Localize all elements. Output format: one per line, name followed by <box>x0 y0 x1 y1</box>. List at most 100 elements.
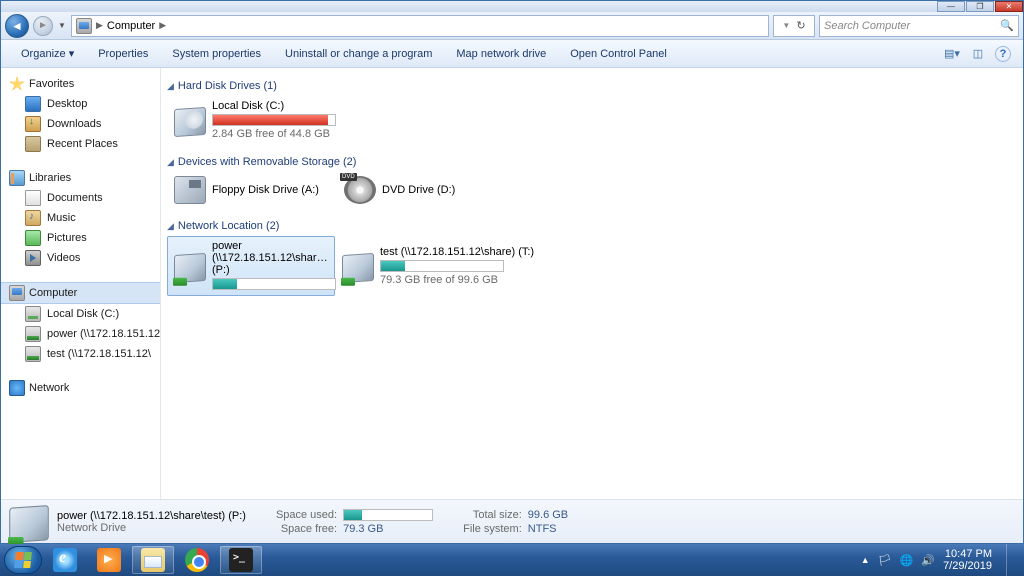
window-minimize-button[interactable]: — <box>937 1 965 12</box>
group-header-hdd[interactable]: ◢ Hard Disk Drives (1) <box>161 78 1023 94</box>
nav-forward-button[interactable]: ► <box>33 16 53 36</box>
nav-item-videos[interactable]: Videos <box>1 248 160 268</box>
drive-tile-local-c[interactable]: Local Disk (C:) 2.84 GB free of 44.8 GB <box>167 96 417 144</box>
nav-item-pictures[interactable]: Pictures <box>1 228 160 248</box>
nav-item-documents[interactable]: Documents <box>1 188 160 208</box>
network-drive-icon <box>174 253 206 283</box>
drive-name: Local Disk (C:) <box>212 100 410 112</box>
details-space-bar <box>343 509 433 521</box>
libraries-icon <box>9 170 25 186</box>
breadcrumb-sep-icon[interactable]: ▶ <box>159 20 166 31</box>
details-space-free-value: 79.3 GB <box>343 523 433 535</box>
open-control-panel-button[interactable]: Open Control Panel <box>558 44 679 64</box>
start-button[interactable] <box>4 546 42 574</box>
system-properties-button[interactable]: System properties <box>160 44 273 64</box>
tray-overflow-button[interactable]: ▲ <box>861 555 870 565</box>
nav-item-recent-places[interactable]: Recent Places <box>1 134 160 154</box>
nav-label: Local Disk (C:) <box>47 308 119 320</box>
window-maximize-button[interactable]: ❐ <box>966 1 994 12</box>
nav-libraries-label: Libraries <box>29 172 71 184</box>
help-button[interactable]: ? <box>995 46 1011 62</box>
refresh-icon: ↻ <box>796 19 805 32</box>
nav-item-network-drive-p[interactable]: power (\\172.18.151.12 <box>1 324 160 344</box>
search-placeholder: Search Computer <box>824 20 910 32</box>
space-fill <box>381 261 405 271</box>
media-player-icon <box>97 548 121 572</box>
details-pane: power (\\172.18.151.12\share\test) (P:) … <box>1 499 1023 543</box>
window-close-button[interactable]: ✕ <box>995 1 1023 12</box>
group-title: Hard Disk Drives (1) <box>178 80 277 92</box>
nav-computer-header[interactable]: Computer <box>1 282 160 304</box>
window-titlebar: — ❐ ✕ <box>1 1 1023 12</box>
drive-name: test (\\172.18.151.12\share) (T:) <box>380 246 588 258</box>
windows-logo-icon <box>14 552 32 568</box>
search-input[interactable]: Search Computer 🔍 <box>819 15 1019 37</box>
space-fill <box>213 115 328 125</box>
nav-label: Desktop <box>47 98 87 110</box>
command-toolbar: Organize ▾ Properties System properties … <box>1 40 1023 68</box>
network-drive-icon <box>25 326 41 342</box>
nav-item-network-drive-t[interactable]: test (\\172.18.151.12\ <box>1 344 160 364</box>
hdd-icon <box>25 306 41 322</box>
drive-name: Floppy Disk Drive (A:) <box>212 184 330 196</box>
documents-icon <box>25 190 41 206</box>
network-icon <box>9 380 25 396</box>
network-drive-icon <box>9 505 49 543</box>
navigation-pane: Favorites Desktop Downloads Recent Place… <box>1 68 161 499</box>
drive-free-text: 79.3 GB free of 99.6 GB <box>380 274 588 286</box>
organize-menu[interactable]: Organize ▾ <box>9 43 86 64</box>
breadcrumb-location[interactable]: Computer <box>107 20 155 32</box>
taskbar-terminal-button[interactable] <box>220 546 262 574</box>
nav-network-label: Network <box>29 382 69 394</box>
address-bar[interactable]: ▶ Computer ▶ <box>71 15 769 37</box>
nav-item-music[interactable]: Music <box>1 208 160 228</box>
group-header-network-location[interactable]: ◢ Network Location (2) <box>161 218 1023 234</box>
recent-places-icon <box>25 136 41 152</box>
address-refresh-button[interactable]: ▼ ↻ <box>773 15 815 37</box>
taskbar-chrome-button[interactable] <box>176 546 218 574</box>
nav-label: Music <box>47 212 76 224</box>
nav-back-button[interactable]: ◄ <box>5 14 29 38</box>
search-icon: 🔍 <box>1000 19 1014 32</box>
nav-favorites-header[interactable]: Favorites <box>1 74 160 94</box>
nav-favorites-label: Favorites <box>29 78 74 90</box>
drive-tile-dvd-d[interactable]: DVD Drive (D:) <box>337 172 507 208</box>
tray-time: 10:47 PM <box>943 548 992 560</box>
network-tray-icon[interactable]: 🌐 <box>900 554 914 567</box>
chrome-icon <box>185 548 209 572</box>
group-header-removable[interactable]: ◢ Devices with Removable Storage (2) <box>161 154 1023 170</box>
volume-tray-icon[interactable]: 🔊 <box>921 554 935 567</box>
taskbar-explorer-button[interactable] <box>132 546 174 574</box>
details-space-free-label: Space free: <box>276 523 337 535</box>
group-title: Network Location (2) <box>178 220 280 232</box>
action-center-icon[interactable]: 🏳 <box>878 554 892 567</box>
space-bar <box>212 114 336 126</box>
ie-icon <box>53 548 77 572</box>
details-subtitle: Network Drive <box>57 522 246 534</box>
details-total-size-label: Total size: <box>463 509 522 521</box>
drive-tile-floppy-a[interactable]: Floppy Disk Drive (A:) <box>167 172 337 208</box>
view-options-button[interactable]: ▤▾ <box>943 45 961 63</box>
explorer-icon <box>141 548 165 572</box>
uninstall-programs-button[interactable]: Uninstall or change a program <box>273 44 444 64</box>
nav-item-desktop[interactable]: Desktop <box>1 94 160 114</box>
properties-button[interactable]: Properties <box>86 44 160 64</box>
nav-item-downloads[interactable]: Downloads <box>1 114 160 134</box>
floppy-icon <box>174 176 206 204</box>
nav-item-local-disk-c[interactable]: Local Disk (C:) <box>1 304 160 324</box>
taskbar-media-player-button[interactable] <box>88 546 130 574</box>
nav-libraries-header[interactable]: Libraries <box>1 168 160 188</box>
tray-clock[interactable]: 10:47 PM 7/29/2019 <box>943 548 992 572</box>
pictures-icon <box>25 230 41 246</box>
map-network-drive-button[interactable]: Map network drive <box>444 44 558 64</box>
nav-history-dropdown[interactable]: ▼ <box>57 21 67 30</box>
nav-network-header[interactable]: Network <box>1 378 160 398</box>
details-title: power (\\172.18.151.12\share\test) (P:) <box>57 510 246 522</box>
drive-tile-network-t[interactable]: test (\\172.18.151.12\share) (T:) 79.3 G… <box>335 236 595 296</box>
details-filesystem-label: File system: <box>463 523 522 535</box>
taskbar-ie-button[interactable] <box>44 546 86 574</box>
downloads-icon <box>25 116 41 132</box>
show-desktop-button[interactable] <box>1006 544 1016 576</box>
preview-pane-button[interactable]: ◫ <box>969 45 987 63</box>
drive-tile-network-p[interactable]: power (\\172.18.151.12\share\test) (P:) <box>167 236 335 296</box>
